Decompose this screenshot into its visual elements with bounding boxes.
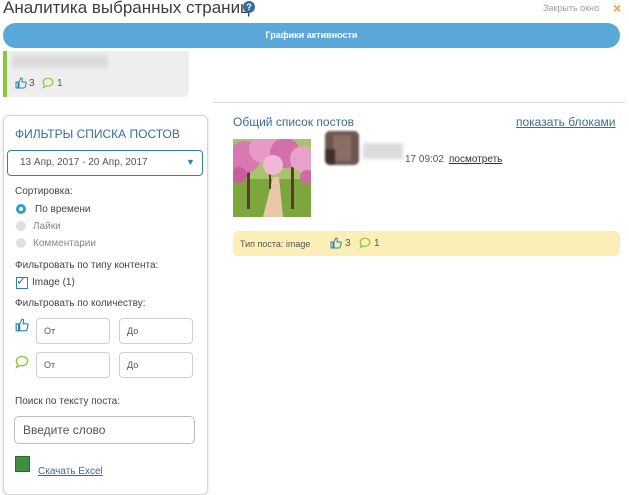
likes-from-input[interactable]: От [36, 318, 110, 344]
like-icon [15, 77, 27, 89]
posts-list-title: Общий список постов [233, 115, 354, 129]
comment-icon [359, 237, 371, 249]
content-type-option[interactable]: Image (1) [32, 277, 75, 288]
download-excel-link[interactable]: Скачать Excel [38, 466, 103, 477]
comment-icon [15, 355, 29, 369]
sort-radio-likes[interactable] [16, 221, 26, 231]
sort-option-time[interactable]: По времени [35, 204, 91, 215]
post-likes-count: 3 [345, 238, 351, 249]
sort-radio-comments[interactable] [16, 238, 26, 248]
post-thumbnail[interactable] [233, 139, 311, 217]
like-icon [330, 237, 342, 249]
page-comments-count: 1 [57, 78, 63, 89]
comments-to-input[interactable]: До [119, 352, 193, 378]
post-type-label: Тип поста: image [240, 239, 311, 249]
sort-radio-time[interactable] [16, 204, 26, 214]
page-name-redacted [12, 55, 108, 68]
download-arrow-icon[interactable]: ↓ [24, 459, 30, 471]
likes-to-input[interactable]: До [119, 318, 193, 344]
author-name-redacted [363, 143, 403, 159]
post-timestamp: 17 09:02 [405, 154, 444, 165]
close-icon[interactable]: × [613, 0, 621, 16]
check-icon: ✓ [16, 273, 27, 288]
show-blocks-link[interactable]: показать блоками [516, 115, 616, 129]
divider [213, 102, 625, 103]
comments-from-input[interactable]: От [36, 352, 110, 378]
help-icon[interactable]: ? [243, 1, 255, 13]
caret-down-icon[interactable]: ▼ [186, 157, 195, 167]
search-label: Поиск по тексту поста: [15, 396, 121, 407]
content-type-label: Фильтровать по типу контента: [15, 260, 159, 271]
sort-option-likes[interactable]: Лайки [33, 221, 61, 232]
post-comments-count: 1 [374, 238, 380, 249]
sort-option-comments[interactable]: Комментарии [33, 238, 96, 249]
view-post-link[interactable]: посмотреть [449, 154, 502, 165]
activity-charts-button[interactable]: Графики активности [3, 23, 620, 48]
date-range-select[interactable]: 13 Апр, 2017 - 20 Апр, 2017 [7, 150, 203, 176]
filters-title: ФИЛЬТРЫ СПИСКА ПОСТОВ [15, 127, 180, 141]
avatar[interactable] [325, 131, 359, 165]
count-filter-label: Фильтровать по количеству: [15, 298, 146, 309]
page-likes-count: 3 [29, 78, 35, 89]
close-window-link[interactable]: Закрыть окно [543, 3, 599, 13]
comment-icon [42, 77, 54, 89]
search-input[interactable]: Введите слово [14, 416, 195, 444]
like-icon [15, 318, 29, 332]
sort-label: Сортировка: [15, 186, 73, 197]
page-title: Аналитика выбранных страниц [3, 0, 250, 17]
